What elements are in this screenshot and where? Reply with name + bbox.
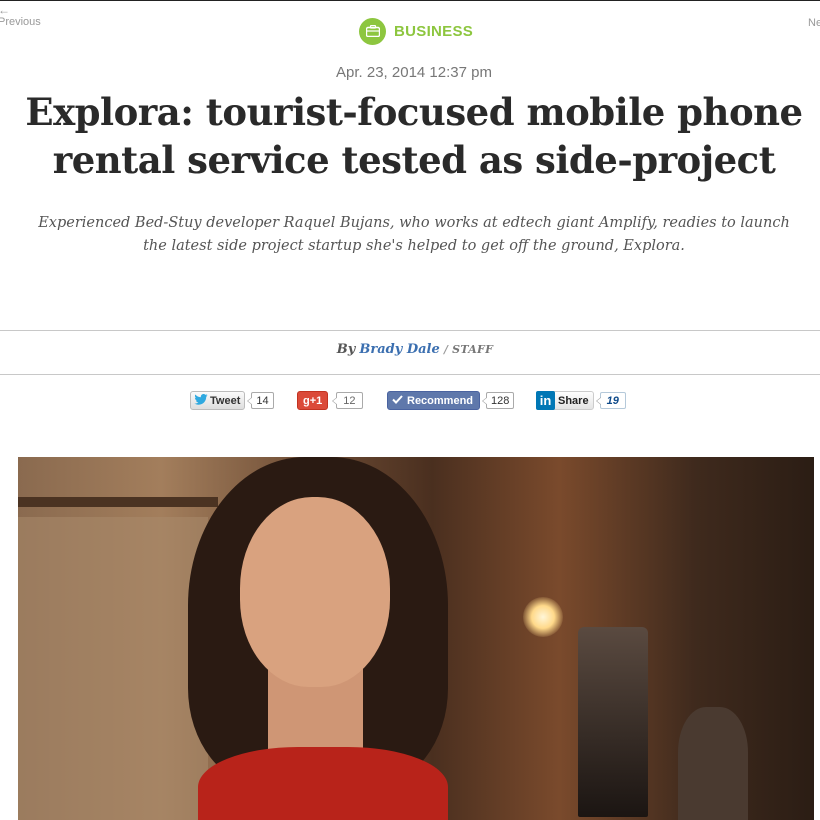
gplus-count[interactable]: 12: [332, 392, 363, 409]
photo-subject-shirt: [198, 747, 448, 820]
article-hero-photo: [18, 457, 814, 820]
linkedin-share-button[interactable]: in Share: [536, 391, 594, 410]
byline: By Brady Dale / STAFF: [0, 342, 820, 357]
gplus-share: g+1 12: [297, 390, 363, 411]
arrow-left-icon: ←: [0, 3, 10, 17]
article-date: Apr. 23, 2014 12:37 pm: [336, 64, 492, 81]
briefcase-icon: [359, 17, 386, 45]
photo-shelf: [18, 497, 218, 507]
tweet-count[interactable]: 14: [247, 392, 274, 409]
photo-subject-face: [240, 497, 390, 687]
next-link[interactable]: Ne: [808, 17, 820, 29]
linkedin-icon: in: [536, 391, 555, 410]
photo-coffee-grinder: [578, 627, 648, 817]
recommend-label: Recommend: [407, 394, 474, 407]
byline-separator: /: [443, 343, 448, 356]
twitter-share: Tweet 14: [190, 390, 274, 411]
byline-by: By: [336, 342, 356, 357]
tweet-button[interactable]: Tweet: [190, 391, 246, 410]
byline-top-divider: [0, 330, 820, 331]
check-icon: [392, 394, 403, 407]
previous-label: Previous: [0, 16, 41, 28]
tweet-label: Tweet: [210, 394, 241, 407]
facebook-share: Recommend 128: [387, 390, 515, 411]
author-link[interactable]: Brady Dale: [359, 342, 439, 357]
author-role: STAFF: [452, 343, 494, 356]
article-dek: Experienced Bed-Stuy developer Raquel Bu…: [38, 215, 790, 254]
photo-wall: [18, 517, 208, 820]
linkedin-share-label: Share: [558, 394, 589, 407]
linkedin-count[interactable]: 19: [595, 392, 626, 409]
category-label: BUSINESS: [394, 22, 474, 40]
twitter-bird-icon: [194, 393, 208, 408]
gplus-label: g+1: [303, 394, 323, 407]
top-rule: [0, 0, 820, 1]
recommend-button[interactable]: Recommend: [387, 391, 481, 410]
linkedin-share: in Share 19: [536, 390, 626, 411]
recommend-count[interactable]: 128: [481, 392, 515, 409]
byline-bottom-divider: [0, 374, 820, 375]
photo-background-person: [678, 707, 748, 820]
gplus-button[interactable]: g+1: [297, 391, 329, 410]
article-headline: Explora: tourist-focused mobile phone re…: [25, 90, 803, 182]
category-link[interactable]: BUSINESS: [359, 17, 473, 45]
photo-lamp: [523, 597, 563, 637]
next-label: Ne: [808, 17, 820, 29]
previous-link[interactable]: ← Previous: [0, 4, 41, 28]
